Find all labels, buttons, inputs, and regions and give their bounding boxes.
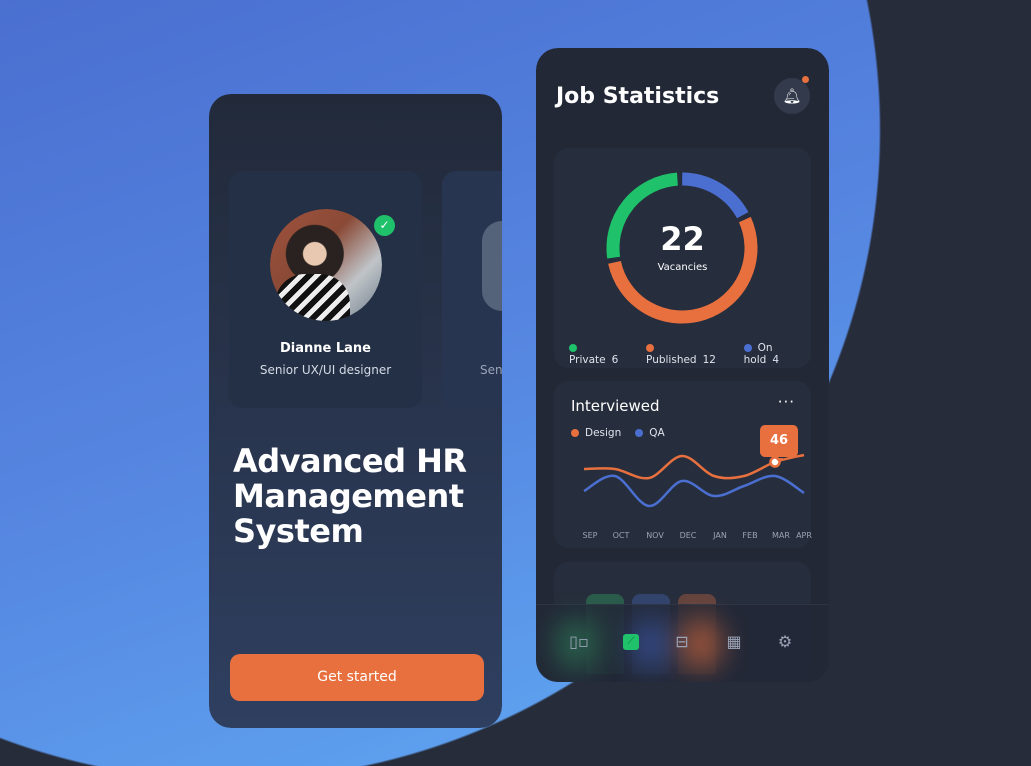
dashboard-icon[interactable]: ▯▫: [568, 631, 590, 653]
next-profile-card[interactable]: Sen: [442, 171, 502, 408]
profile-role: Sen: [480, 363, 503, 377]
verified-check-icon: ✓: [374, 215, 395, 236]
series-line-qa: [583, 474, 805, 508]
x-tick-label: FEB: [742, 531, 758, 540]
page-title: Job Statistics: [556, 84, 720, 109]
bell-icon: 🔔︎: [782, 87, 802, 105]
profile-role: Senior UX/UI designer: [259, 363, 392, 377]
x-tick-label: APR: [796, 531, 812, 540]
settings-icon[interactable]: ⚙︎: [774, 631, 796, 653]
vacancies-total: 22: [660, 220, 705, 258]
bottom-nav: ▯▫ ⟋ ⊟ ▦ ⚙︎: [536, 604, 829, 682]
x-tick-label: DEC: [679, 531, 697, 540]
headline: Advanced HR Management System: [233, 442, 467, 550]
inbox-icon[interactable]: ⊟: [671, 631, 693, 653]
value-tooltip: 46: [760, 425, 798, 462]
x-tick-label: SEP: [582, 531, 598, 540]
legend-private: Private 6: [569, 342, 632, 366]
x-tick-label: NOV: [646, 531, 664, 540]
chart-icon[interactable]: ⟋: [623, 634, 639, 650]
x-tick-label: MAR: [772, 531, 790, 540]
avatar: [482, 221, 502, 311]
line-chart: [583, 453, 805, 508]
notification-badge: [802, 76, 809, 83]
profile-card[interactable]: ✓ Dianne Lane Senior UX/UI designer: [229, 171, 422, 408]
donut-legend: Private 6 Published 12 On hold 4: [569, 342, 811, 366]
avatar: [270, 209, 382, 321]
interviewed-card: Interviewed ··· Design QA 46 SEP OCT NOV DE…: [554, 381, 812, 548]
calendar-icon[interactable]: ▦: [723, 631, 745, 653]
x-tick-label: OCT: [612, 531, 630, 540]
x-tick-label: JAN: [713, 531, 727, 540]
vacancies-card: 22 Vacancies Private 6 Published 12 On hol…: [554, 148, 811, 368]
get-started-button[interactable]: Get started: [230, 654, 484, 701]
x-axis-labels: SEP OCT NOV DEC JAN FEB MAR APR: [554, 531, 812, 543]
profile-name: Dianne Lane: [280, 341, 371, 356]
donut-segment-on-hold: [681, 172, 749, 219]
onboarding-screen: ✓ Dianne Lane Senior UX/UI designer Sen …: [209, 94, 502, 728]
legend-published: Published 12: [646, 342, 730, 366]
job-statistics-screen: Job Statistics 🔔︎ 22 Vacancies Private 6 …: [536, 48, 829, 682]
vacancies-label: Vacancies: [657, 262, 708, 273]
legend-on-hold: On hold 4: [743, 342, 780, 366]
notifications-button[interactable]: 🔔︎: [774, 76, 810, 114]
